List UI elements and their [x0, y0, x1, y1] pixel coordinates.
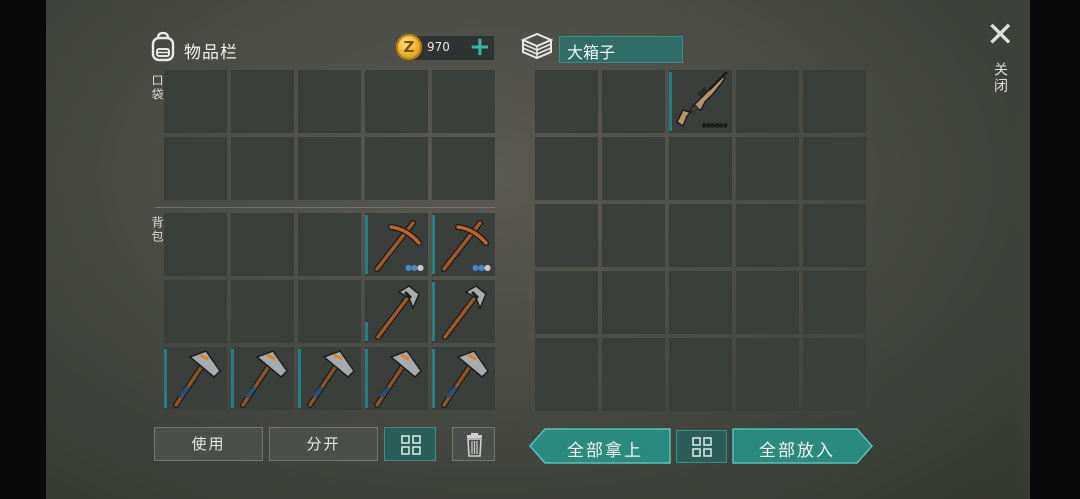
chest-slot[interactable] [736, 137, 799, 200]
backpack-slot[interactable] [365, 347, 428, 410]
chest-slot[interactable] [535, 70, 598, 133]
put-all-button[interactable]: 全部放入 [732, 428, 873, 464]
chest-slot[interactable] [602, 204, 665, 267]
chest-slot[interactable] [803, 204, 866, 267]
chest-slot[interactable] [535, 204, 598, 267]
pocket-slot[interactable] [432, 137, 495, 200]
chest-slot[interactable] [736, 204, 799, 267]
chest-slot[interactable] [736, 271, 799, 334]
inventory-title: 物品栏 [184, 43, 238, 63]
stone-axe-icon [374, 350, 422, 408]
chest-slot[interactable]: ●●●●●● [669, 70, 732, 133]
chest-slot[interactable] [535, 137, 598, 200]
split-button[interactable]: 分开 [269, 427, 378, 461]
chest-sort-grid-button[interactable] [676, 430, 727, 463]
chest-slot[interactable] [669, 271, 732, 334]
add-money-button[interactable]: + [469, 34, 491, 60]
chest-slot[interactable] [602, 271, 665, 334]
trash-icon [467, 433, 482, 457]
backpack-slot[interactable] [298, 280, 361, 343]
durability-dots: ●●●●●● [701, 122, 728, 129]
chest-grid: ●●●●●● [535, 70, 867, 411]
money-amount: 970 [427, 40, 450, 54]
pocket-slot[interactable] [298, 137, 361, 200]
stone-axe-icon [240, 350, 288, 408]
backpack-slot[interactable] [164, 213, 227, 276]
stone-axe-icon [173, 350, 221, 408]
pocket-slot[interactable] [231, 137, 294, 200]
pocket-slot[interactable] [231, 70, 294, 133]
chest-slot[interactable] [602, 399, 665, 411]
durability-dots: ●●● [472, 263, 491, 272]
chest-slot[interactable] [602, 70, 665, 133]
chest-slot[interactable] [669, 338, 732, 401]
chest-slot[interactable] [803, 338, 866, 401]
backpack-slot[interactable] [432, 280, 495, 343]
chest-slot[interactable] [602, 338, 665, 401]
right-edge-panel [1012, 0, 1030, 499]
take-all-label: 全部拿上 [567, 441, 643, 461]
stone-pickaxe-icon [442, 285, 487, 340]
game-screen: 物品栏 Z 970 + 口袋 背包 ●●● ●●● 使用 分开 大箱子 ●●●●… [46, 0, 1030, 499]
backpack-slot[interactable] [231, 213, 294, 276]
chest-slot[interactable] [669, 204, 732, 267]
stone-axe-icon [307, 350, 355, 408]
grid-icon [692, 437, 712, 457]
backpack-slot[interactable] [365, 280, 428, 343]
sort-grid-button[interactable] [384, 427, 436, 461]
chest-slot[interactable] [535, 338, 598, 401]
durability-dots: ●●● [405, 263, 424, 272]
chest-slot[interactable] [669, 137, 732, 200]
use-button[interactable]: 使用 [154, 427, 263, 461]
pocket-slot[interactable] [432, 70, 495, 133]
pocket-slot[interactable] [164, 137, 227, 200]
grid-icon [401, 435, 421, 455]
chest-slot[interactable] [803, 70, 866, 133]
backpack-header-icon [147, 30, 179, 62]
discard-button[interactable] [452, 427, 495, 461]
take-all-button[interactable]: 全部拿上 [529, 428, 671, 464]
chest-slot[interactable] [803, 271, 866, 334]
backpack-slot[interactable] [231, 347, 294, 410]
chest-slot[interactable] [803, 137, 866, 200]
chest-slot[interactable] [602, 137, 665, 200]
pocket-slot[interactable] [298, 70, 361, 133]
backpack-slot[interactable] [298, 347, 361, 410]
coin-icon: Z [396, 34, 422, 60]
chest-slot[interactable] [535, 271, 598, 334]
close-icon[interactable]: ✕ [986, 18, 1015, 52]
chest-slot[interactable] [736, 399, 799, 411]
chest-slot[interactable] [803, 399, 866, 411]
backpack-slot[interactable] [164, 280, 227, 343]
put-all-label: 全部放入 [759, 441, 835, 461]
backpack-slot[interactable] [298, 213, 361, 276]
chest-slot[interactable] [535, 399, 598, 411]
close-label[interactable]: 关闭 [990, 62, 1010, 94]
backpack-slot[interactable] [231, 280, 294, 343]
chest-slot[interactable] [669, 399, 732, 411]
backpack-slot[interactable] [432, 347, 495, 410]
box-icon [519, 30, 555, 62]
chest-slot[interactable] [736, 70, 799, 133]
box-name: 大箱子 [567, 43, 616, 62]
backpack-slot[interactable] [164, 347, 227, 410]
stone-axe-icon [441, 350, 489, 408]
stone-pickaxe-icon [375, 285, 420, 340]
pocket-slot[interactable] [164, 70, 227, 133]
pocket-slot[interactable] [365, 137, 428, 200]
pocket-slot[interactable] [365, 70, 428, 133]
backpack-slot[interactable]: ●●● [432, 213, 495, 276]
section-divider [155, 207, 495, 208]
chest-slot[interactable] [736, 338, 799, 401]
backpack-slot[interactable]: ●●● [365, 213, 428, 276]
